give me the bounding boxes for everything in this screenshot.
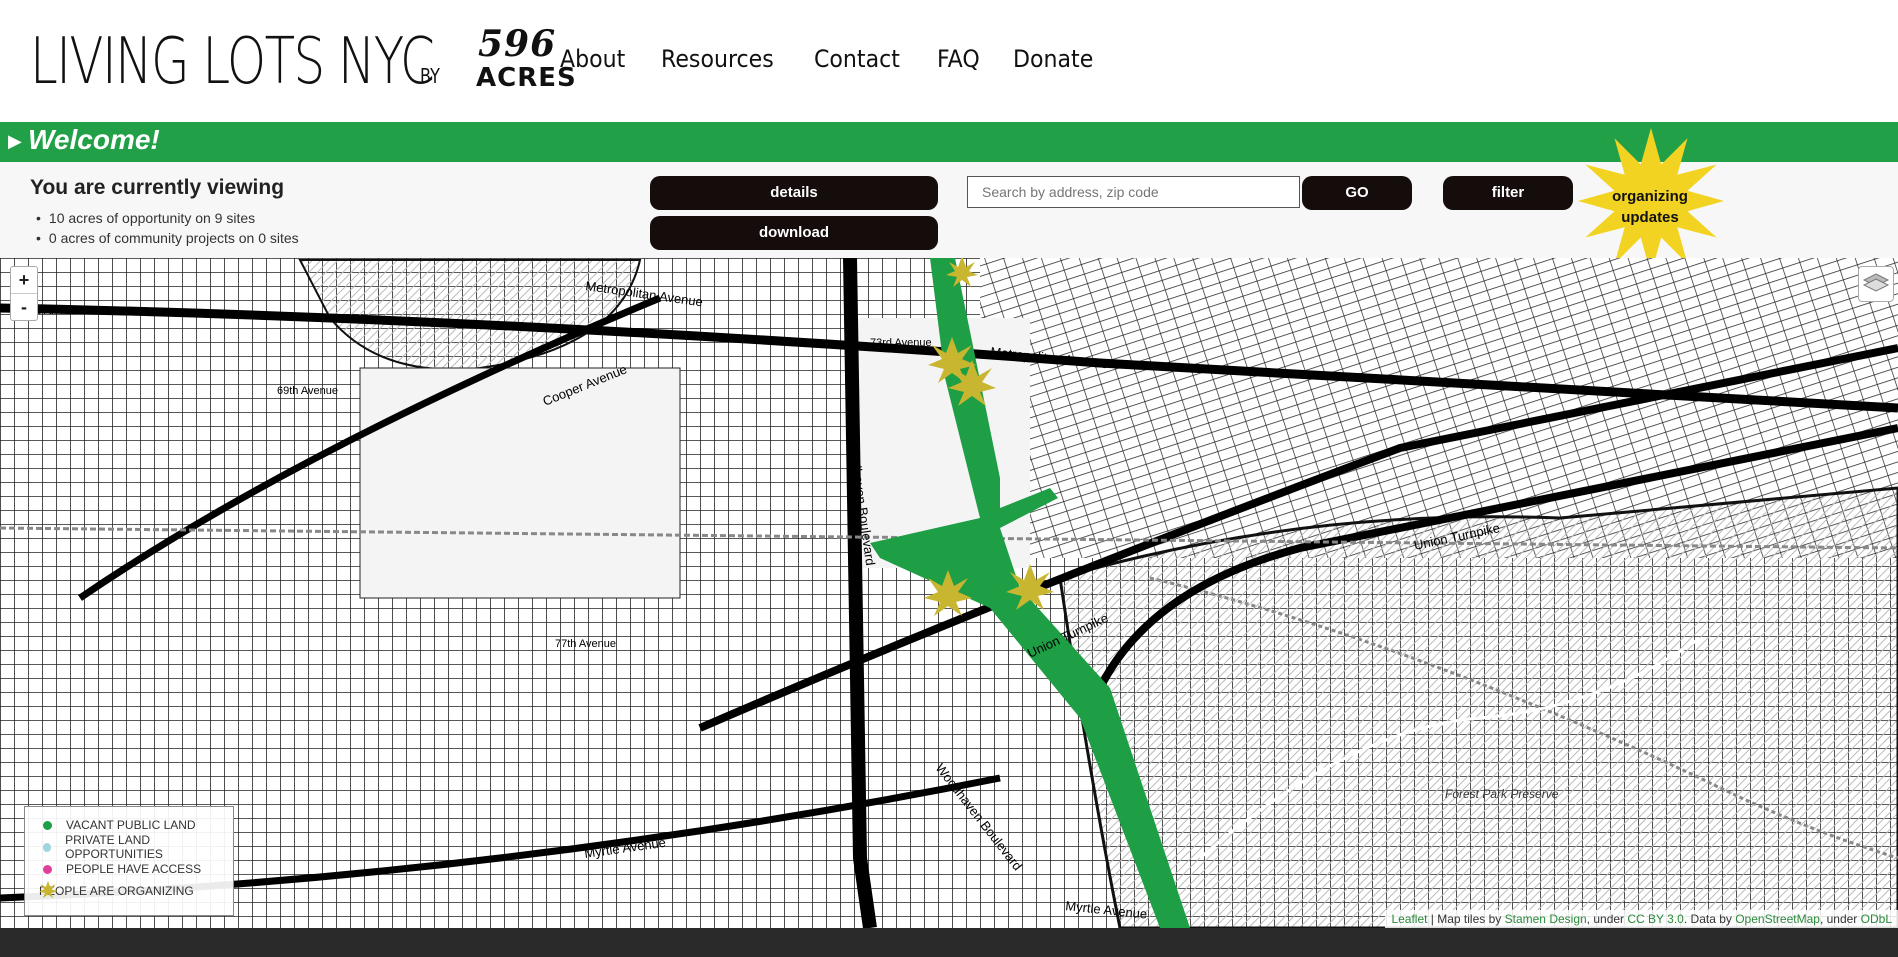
attrib-text: , under: [1819, 912, 1861, 926]
label-69th-avenue: 69th Avenue: [277, 385, 338, 397]
pink-dot-icon: [43, 864, 52, 874]
legend-label: PEOPLE ARE ORGANIZING: [39, 884, 194, 898]
blue-dot-icon: [43, 842, 52, 852]
legend-private-land[interactable]: PRIVATE LAND OPPORTUNITIES: [39, 833, 233, 861]
legend-label: PEOPLE HAVE ACCESS: [66, 862, 202, 876]
nav-faq[interactable]: FAQ: [937, 45, 980, 73]
attrib-text: , under: [1586, 912, 1628, 926]
attrib-text: | Map tiles by: [1427, 912, 1505, 926]
expand-arrow-icon: ▶: [8, 131, 22, 151]
site-logo[interactable]: LIVING LOTS NYC BY 596 ACRES: [30, 25, 576, 99]
zoom-control: + -: [10, 266, 38, 321]
viewing-title: You are currently viewing: [30, 176, 285, 199]
filter-button[interactable]: filter: [1443, 176, 1573, 210]
label-forest-park-preserve: Forest Park Preserve: [1445, 787, 1559, 801]
viewing-summary-opportunity: 10 acres of opportunity on 9 sites: [36, 210, 299, 230]
nav-donate[interactable]: Donate: [1013, 45, 1093, 73]
label-77th-avenue: 77th Avenue: [555, 638, 616, 650]
layers-button[interactable]: [1858, 266, 1894, 302]
viewing-summary-projects: 0 acres of community projects on 0 sites: [36, 230, 299, 250]
legend-vacant-public-land[interactable]: VACANT PUBLIC LAND: [39, 815, 196, 835]
green-dot-icon: [43, 820, 52, 830]
go-button[interactable]: GO: [1302, 176, 1412, 210]
attrib-text: . Data by: [1683, 912, 1736, 926]
legend-people-have-access[interactable]: PEOPLE HAVE ACCESS: [39, 859, 201, 879]
nav-resources[interactable]: Resources: [661, 45, 774, 73]
logo-596: 596: [478, 23, 557, 65]
site-header: LIVING LOTS NYC BY 596 ACRES About Resou…: [0, 0, 1898, 122]
organizing-updates-line-2: updates: [1621, 209, 1679, 226]
logo-by: BY: [420, 64, 440, 88]
label-73rd-avenue: 73rd Avenue: [870, 337, 932, 349]
download-button[interactable]: download: [650, 216, 938, 250]
legend-label: VACANT PUBLIC LAND: [66, 818, 196, 832]
controls-panel: You are currently viewing 10 acres of op…: [0, 128, 1898, 274]
map-view[interactable]: Metropolitan Avenue Metropolitan Avenue …: [0, 258, 1898, 928]
layers-icon: [1862, 273, 1890, 292]
cc-by-link[interactable]: CC BY 3.0: [1627, 912, 1683, 926]
welcome-title: Welcome!: [28, 124, 160, 155]
zoom-in-button[interactable]: +: [11, 267, 37, 294]
osm-link[interactable]: OpenStreetMap: [1735, 912, 1820, 926]
page-footer: [0, 928, 1898, 957]
map-tiles[interactable]: Metropolitan Avenue Metropolitan Avenue …: [0, 258, 1898, 928]
details-button[interactable]: details: [650, 176, 938, 210]
nav-about[interactable]: About: [560, 45, 625, 73]
viewing-summary: 10 acres of opportunity on 9 sites 0 acr…: [36, 210, 299, 250]
logo-wordmark: LIVING LOTS NYC: [30, 25, 435, 99]
nav-contact[interactable]: Contact: [814, 45, 900, 73]
label-67th-road: 67th Road: [36, 305, 87, 317]
map-legend: VACANT PUBLIC LAND PRIVATE LAND OPPORTUN…: [24, 806, 234, 916]
organizing-updates-line-1: organizing: [1612, 188, 1688, 205]
main-nav: About Resources Contact FAQ Donate: [560, 45, 1101, 73]
legend-people-are-organizing[interactable]: PEOPLE ARE ORGANIZING: [39, 881, 194, 901]
search-input[interactable]: [967, 176, 1300, 208]
zoom-out-button[interactable]: -: [11, 294, 37, 320]
stamen-link[interactable]: Stamen Design: [1505, 912, 1587, 926]
leaflet-link[interactable]: Leaflet: [1391, 912, 1427, 926]
legend-label: PRIVATE LAND OPPORTUNITIES: [65, 833, 163, 861]
odbl-link[interactable]: ODbL: [1861, 912, 1892, 926]
map-attribution: Leaflet | Map tiles by Stamen Design, un…: [1385, 910, 1898, 928]
organizing-star-icon: [39, 881, 57, 899]
organizing-updates-label[interactable]: organizing updates: [1600, 186, 1700, 228]
